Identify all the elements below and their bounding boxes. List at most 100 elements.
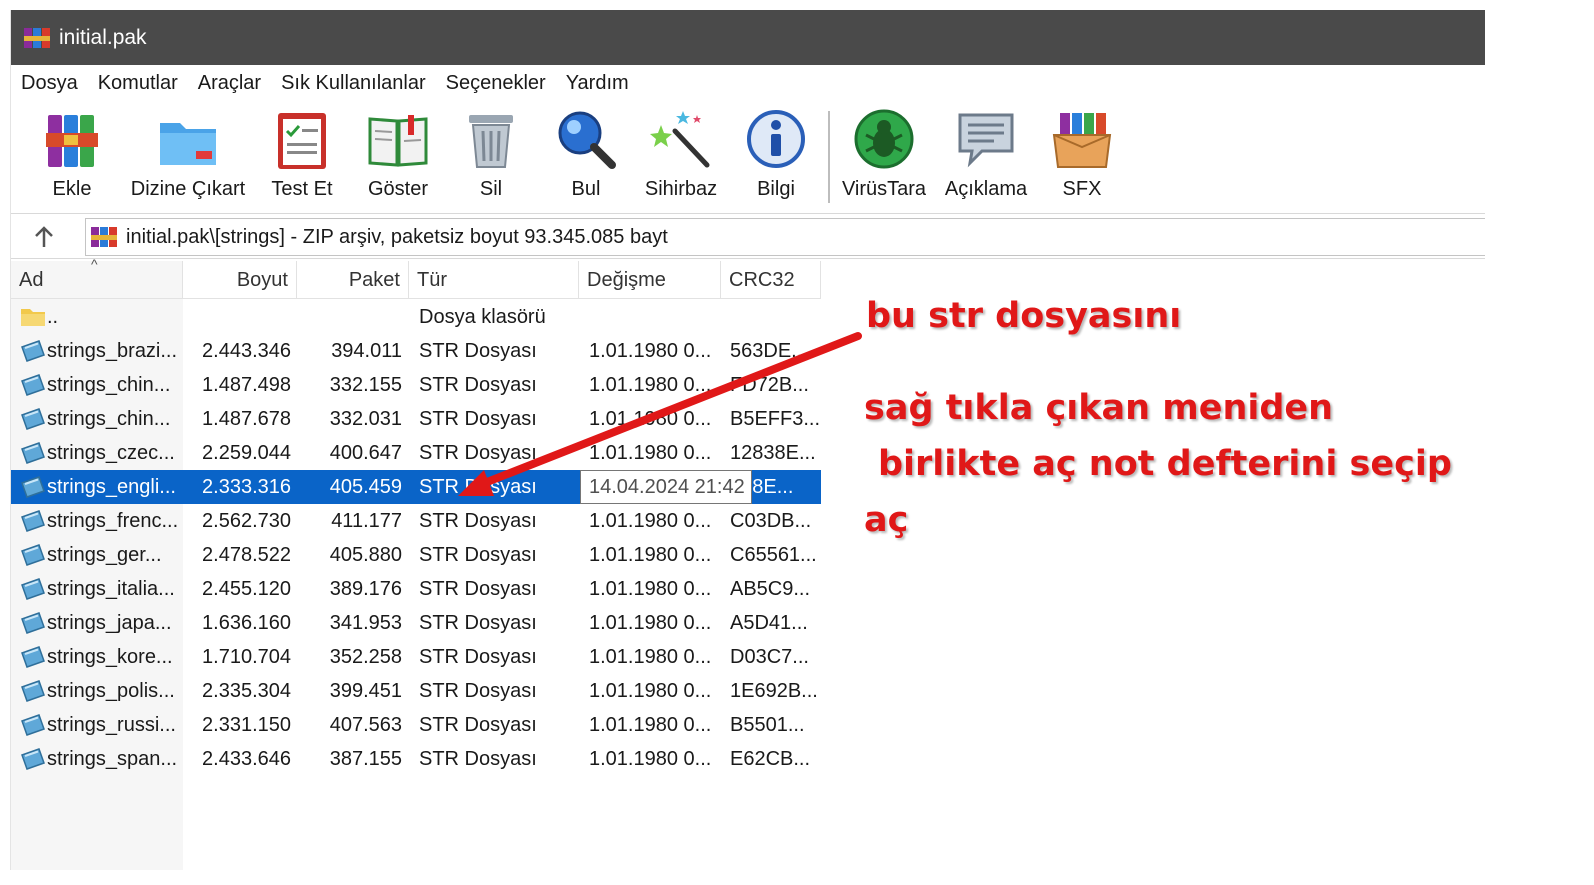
file-row[interactable]: strings_italia... 2.455.120 389.176 STR Dos… <box>11 572 821 606</box>
trash-icon <box>469 115 513 168</box>
wizard-button-label: Sihirbaz <box>644 178 718 200</box>
toolbar: Ekle Dizine Çıkart Test Et Göster Sil Bu… <box>11 103 1485 213</box>
window-title: initial.pak <box>59 25 147 49</box>
cell-packed: 399.451 <box>329 680 402 702</box>
address-field[interactable]: initial.pak\[strings] - ZIP arşiv, paket… <box>85 218 1485 256</box>
test-button-label: Test Et <box>271 178 333 200</box>
file-row[interactable]: strings_engli... 2.333.316 405.459 STR Dosy… <box>11 470 821 504</box>
cell-type: STR Dosyası <box>419 748 537 770</box>
cell-size: 2.335.304 <box>202 680 291 702</box>
cell-crc32: C65561... <box>730 544 817 566</box>
annotation-line-3: birlikte aç not defterini seçip <box>878 444 1452 484</box>
cell-crc32: B5501... <box>730 714 805 736</box>
cell-type: STR Dosyası <box>419 578 537 600</box>
column-header-name[interactable]: ^ Ad <box>11 257 183 299</box>
cell-modified: 1.01.1980 0... <box>589 680 712 702</box>
find-button[interactable]: Bul <box>554 107 618 207</box>
archive-icon <box>91 227 117 247</box>
str-file-icon <box>21 544 45 566</box>
menu-sik-kullanilanlar[interactable]: Sık Kullanılanlar <box>281 72 426 95</box>
title-bar: initial.pak <box>11 10 1485 65</box>
cell-packed: 389.176 <box>329 578 402 600</box>
str-file-icon <box>21 680 45 702</box>
cell-type: STR Dosyası <box>419 408 537 430</box>
cell-type: STR Dosyası <box>419 612 537 634</box>
sfx-button[interactable]: SFX <box>1047 107 1117 207</box>
up-folder-button[interactable] <box>29 222 59 252</box>
cell-crc32: 563DE... <box>730 340 808 362</box>
virus-scan-button[interactable]: VirüsTara <box>839 107 929 207</box>
cell-crc32: D03C7... <box>730 646 809 668</box>
extract-folder-icon <box>160 123 216 165</box>
cell-name: strings_japa... <box>47 612 172 634</box>
cell-name: strings_chin... <box>47 374 171 396</box>
cell-modified: 1.01.1980 0... <box>589 646 712 668</box>
menu-secenekler[interactable]: Seçenekler <box>446 72 546 95</box>
cell-packed: 407.563 <box>329 714 402 736</box>
cell-crc32: 12838E... <box>730 442 816 464</box>
folder-icon <box>21 309 45 326</box>
menu-araclar[interactable]: Araçlar <box>198 72 261 95</box>
cell-name: strings_span... <box>47 748 178 770</box>
cell-type: STR Dosyası <box>419 646 537 668</box>
extract-button[interactable]: Dizine Çıkart <box>127 107 249 207</box>
add-button[interactable]: Ekle <box>39 107 105 207</box>
comment-button-label: Açıklama <box>944 178 1028 200</box>
cell-packed: 405.880 <box>329 544 402 566</box>
cell-name: strings_italia... <box>47 578 175 600</box>
file-row[interactable]: strings_kore... 1.710.704 352.258 STR Dosya… <box>11 640 821 674</box>
info-icon <box>747 110 805 168</box>
cell-size: 1.710.704 <box>202 646 291 668</box>
file-row[interactable]: strings_czec... 2.259.044 400.647 STR Dosya… <box>11 436 821 470</box>
file-row[interactable]: strings_polis... 2.335.304 399.451 STR Dosy… <box>11 674 821 708</box>
wizard-button[interactable]: Sihirbaz <box>641 107 721 207</box>
delete-button[interactable]: Sil <box>459 107 523 207</box>
file-row[interactable]: strings_ger... 2.478.522 405.880 STR Dosyas… <box>11 538 821 572</box>
file-row[interactable]: strings_span... 2.433.646 387.155 STR Dosya… <box>11 742 821 776</box>
comment-button[interactable]: Açıklama <box>941 107 1031 207</box>
cell-packed: 400.647 <box>329 442 402 464</box>
cell-crc32 <box>730 300 820 334</box>
column-header-size[interactable]: Boyut <box>183 261 297 299</box>
file-row[interactable]: strings_frenc... 2.562.730 411.177 STR Dosy… <box>11 504 821 538</box>
str-file-icon <box>21 374 45 396</box>
magnifier-icon <box>558 111 616 169</box>
address-path: initial.pak\[strings] - ZIP arşiv, paket… <box>126 225 668 248</box>
cell-crc32: B5EFF3... <box>730 408 820 430</box>
cell-packed: 332.031 <box>329 408 402 430</box>
winrar-app-icon <box>24 27 50 48</box>
cell-crc32: E62CB... <box>730 748 811 770</box>
file-row[interactable]: strings_japa... 1.636.160 341.953 STR Dosya… <box>11 606 821 640</box>
file-row[interactable]: strings_brazi... 2.443.346 394.011 STR Dosy… <box>11 334 821 368</box>
menu-bar: Dosya Komutlar Araçlar Sık Kullanılanlar… <box>11 65 1485 101</box>
file-row[interactable]: strings_chin... 1.487.678 332.031 STR Dosya… <box>11 402 821 436</box>
info-button-label: Bilgi <box>757 178 795 200</box>
cell-size: 2.259.044 <box>202 442 291 464</box>
cell-packed <box>297 300 402 334</box>
sort-ascending-icon: ^ <box>91 256 98 272</box>
column-header-crc32[interactable]: CRC32 <box>721 261 821 299</box>
cell-name: strings_russi... <box>47 714 176 736</box>
cell-type: STR Dosyası <box>419 510 537 532</box>
cell-name: strings_ger... <box>47 544 162 566</box>
parent-folder-row[interactable]: .. Dosya klasörü <box>11 300 821 334</box>
column-header-type[interactable]: Tür <box>409 261 579 299</box>
info-button[interactable]: Bilgi <box>744 107 808 207</box>
cell-type: STR Dosyası <box>419 714 537 736</box>
view-button[interactable]: Göster <box>363 107 433 207</box>
annotation-line-1: bu str dosyasını <box>866 296 1182 336</box>
view-book-icon <box>368 115 428 167</box>
cell-size: 2.478.522 <box>202 544 291 566</box>
menu-dosya[interactable]: Dosya <box>21 72 78 95</box>
test-button[interactable]: Test Et <box>269 107 335 207</box>
cell-name: strings_frenc... <box>47 510 179 532</box>
menu-komutlar[interactable]: Komutlar <box>98 72 178 95</box>
file-row[interactable]: strings_chin... 1.487.498 332.155 STR Dosya… <box>11 368 821 402</box>
cell-modified: 1.01.1980 0... <box>589 408 712 430</box>
file-row[interactable]: strings_russi... 2.331.150 407.563 STR Dosy… <box>11 708 821 742</box>
cell-packed: 405.459 <box>329 476 402 498</box>
file-list: ^ Ad Boyut Paket Tür Değişme CRC32 .. Dos… <box>11 257 1485 870</box>
column-header-modified[interactable]: Değişme <box>579 261 721 299</box>
column-header-packed[interactable]: Paket <box>297 261 409 299</box>
menu-yardim[interactable]: Yardım <box>566 72 629 95</box>
